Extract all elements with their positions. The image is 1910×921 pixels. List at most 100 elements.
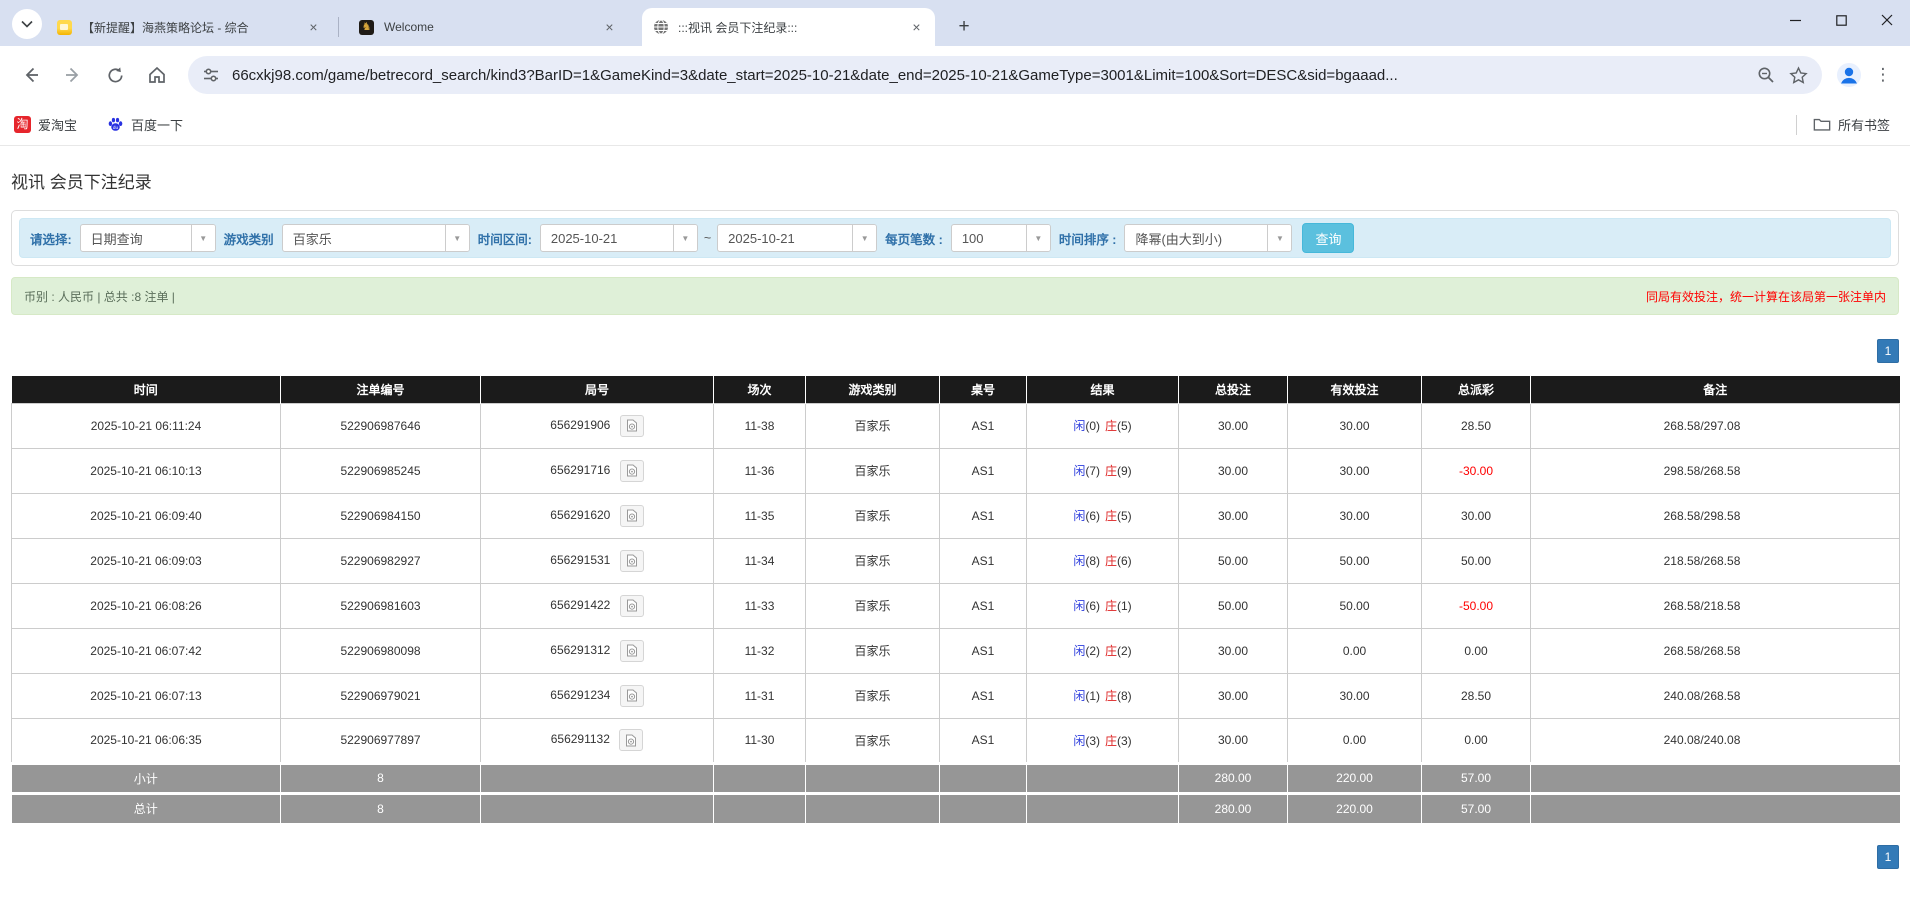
query-type-select[interactable]: 日期查询 ▼: [79, 224, 216, 252]
new-tab-button[interactable]: +: [950, 13, 978, 41]
cell-session: 11-30: [713, 717, 806, 764]
maximize-button[interactable]: [1818, 0, 1864, 40]
cell-game: 百家乐: [805, 582, 940, 629]
cell-table: AS1: [939, 447, 1027, 494]
tab-search-button[interactable]: [12, 9, 42, 39]
chevron-down-icon: ▼: [672, 225, 697, 251]
date-end-select[interactable]: 2025-10-21 ▼: [717, 224, 878, 252]
bookmark-baidu[interactable]: du 百度一下: [107, 115, 183, 134]
page-1-button[interactable]: 1: [1877, 339, 1899, 363]
tilde-separator: ~: [703, 231, 712, 245]
video-replay-button[interactable]: [619, 414, 644, 437]
tab-title: Welcome: [384, 20, 434, 34]
total-payout: 57.00: [1421, 791, 1531, 823]
page-size-select[interactable]: 100 ▼: [950, 224, 1051, 252]
video-replay-button[interactable]: [619, 549, 644, 572]
baidu-paw-icon: du: [107, 116, 124, 133]
cell-result: 闲(2) 庄(2): [1026, 627, 1179, 674]
cell-total-bet-link[interactable]: 50.00: [1178, 582, 1288, 629]
col-total-bet: 总投注: [1178, 376, 1288, 403]
cell-result: 闲(1) 庄(8): [1026, 672, 1179, 719]
subtotal-label: 小计: [11, 761, 281, 793]
col-result: 结果: [1026, 376, 1179, 403]
tab-separator: [338, 17, 339, 37]
cell-table: AS1: [939, 492, 1027, 539]
banker-result: 庄: [1105, 464, 1118, 478]
cell-result: 闲(3) 庄(3): [1026, 717, 1179, 764]
cell-valid-bet: 50.00: [1287, 537, 1422, 584]
url-text[interactable]: 66cxkj98.com/game/betrecord_search/kind3…: [232, 67, 1743, 84]
cell-time: 2025-10-21 06:08:26: [11, 582, 281, 629]
cell-total-bet-link[interactable]: 30.00: [1178, 492, 1288, 539]
pagination-top: 1: [11, 339, 1899, 363]
cell-total-bet-link[interactable]: 50.00: [1178, 537, 1288, 584]
back-button[interactable]: [12, 56, 50, 94]
address-bar[interactable]: 66cxkj98.com/game/betrecord_search/kind3…: [188, 56, 1822, 94]
col-bet-id: 注单编号: [280, 376, 481, 403]
page-1-button[interactable]: 1: [1877, 845, 1899, 869]
tab-bet-record[interactable]: :::视讯 会员下注纪录::: ×: [642, 8, 935, 46]
site-settings-icon[interactable]: [202, 66, 220, 84]
cell-total-bet-link[interactable]: 30.00: [1178, 447, 1288, 494]
cell-table: AS1: [939, 672, 1027, 719]
video-replay-button[interactable]: [619, 639, 644, 662]
close-icon[interactable]: ×: [305, 19, 322, 36]
video-replay-button[interactable]: [619, 504, 644, 527]
video-replay-button[interactable]: [619, 684, 644, 707]
cell-payout: 28.50: [1421, 672, 1531, 719]
browser-menu-icon[interactable]: ⋮: [1868, 56, 1898, 94]
close-icon[interactable]: ×: [908, 19, 925, 36]
sort-select[interactable]: 降幂(由大到小) ▼: [1124, 224, 1293, 252]
tab-welcome[interactable]: ♞ Welcome ×: [348, 8, 628, 46]
cell-time: 2025-10-21 06:10:13: [11, 447, 281, 494]
cell-time: 2025-10-21 06:07:13: [11, 672, 281, 719]
player-result: 闲: [1073, 644, 1086, 658]
cell-time: 2025-10-21 06:06:35: [11, 717, 281, 764]
video-replay-button[interactable]: [619, 729, 644, 751]
cell-total-bet-link[interactable]: 30.00: [1178, 717, 1288, 764]
cell-result: 闲(0) 庄(5): [1026, 402, 1179, 449]
minimize-button[interactable]: [1772, 0, 1818, 40]
cell-total-bet-link[interactable]: 30.00: [1178, 672, 1288, 719]
forum-favicon: [56, 19, 73, 36]
tab-forum[interactable]: 【新提醒】海燕策略论坛 - 综合 ×: [46, 8, 332, 46]
cell-game: 百家乐: [805, 537, 940, 584]
forward-button[interactable]: [54, 56, 92, 94]
date-start-select[interactable]: 2025-10-21 ▼: [539, 224, 698, 252]
page-content: 视讯 会员下注纪录 请选择: 日期查询 ▼ 游戏类别 百家乐 ▼ 时间区间: 2…: [0, 168, 1910, 869]
profile-avatar[interactable]: [1830, 56, 1868, 94]
total-count: 8: [280, 791, 481, 823]
cell-note: 268.58/218.58: [1530, 582, 1900, 629]
svg-text:du: du: [113, 125, 119, 130]
search-button[interactable]: 查询: [1302, 223, 1355, 253]
pagination-bottom: 1: [11, 845, 1899, 869]
all-bookmarks-button[interactable]: 所有书签: [1813, 115, 1890, 134]
col-round: 局号: [480, 376, 714, 403]
total-valid-bet: 220.00: [1287, 791, 1422, 823]
close-icon[interactable]: ×: [601, 19, 618, 36]
browser-toolbar: 66cxkj98.com/game/betrecord_search/kind3…: [0, 46, 1910, 104]
game-kind-select[interactable]: 百家乐 ▼: [281, 224, 470, 252]
table-row: 2025-10-21 06:11:24 522906987646 6562919…: [11, 402, 1900, 449]
bookmark-star-icon[interactable]: [1789, 65, 1808, 85]
cell-session: 11-35: [713, 492, 806, 539]
banker-result: 庄: [1105, 644, 1118, 658]
total-row: 总计 8 280.00 220.00 57.00: [11, 791, 1900, 823]
close-window-button[interactable]: [1864, 0, 1910, 40]
col-payout: 总派彩: [1421, 376, 1531, 403]
globe-icon: [652, 19, 669, 36]
cell-note: 240.08/268.58: [1530, 672, 1900, 719]
chevron-down-icon: ▼: [190, 225, 215, 251]
video-replay-button[interactable]: [619, 594, 644, 617]
home-button[interactable]: [138, 56, 176, 94]
bookmark-taobao[interactable]: 淘 爱淘宝: [14, 115, 77, 134]
refresh-button[interactable]: [96, 56, 134, 94]
cell-session: 11-32: [713, 627, 806, 674]
cell-round: 656291716: [480, 447, 714, 494]
zoom-icon[interactable]: [1757, 66, 1775, 84]
video-replay-button[interactable]: [619, 459, 644, 482]
cell-total-bet-link[interactable]: 30.00: [1178, 402, 1288, 449]
cell-round: 656291906: [480, 402, 714, 449]
cell-total-bet-link[interactable]: 30.00: [1178, 627, 1288, 674]
player-result: 闲: [1073, 733, 1086, 748]
